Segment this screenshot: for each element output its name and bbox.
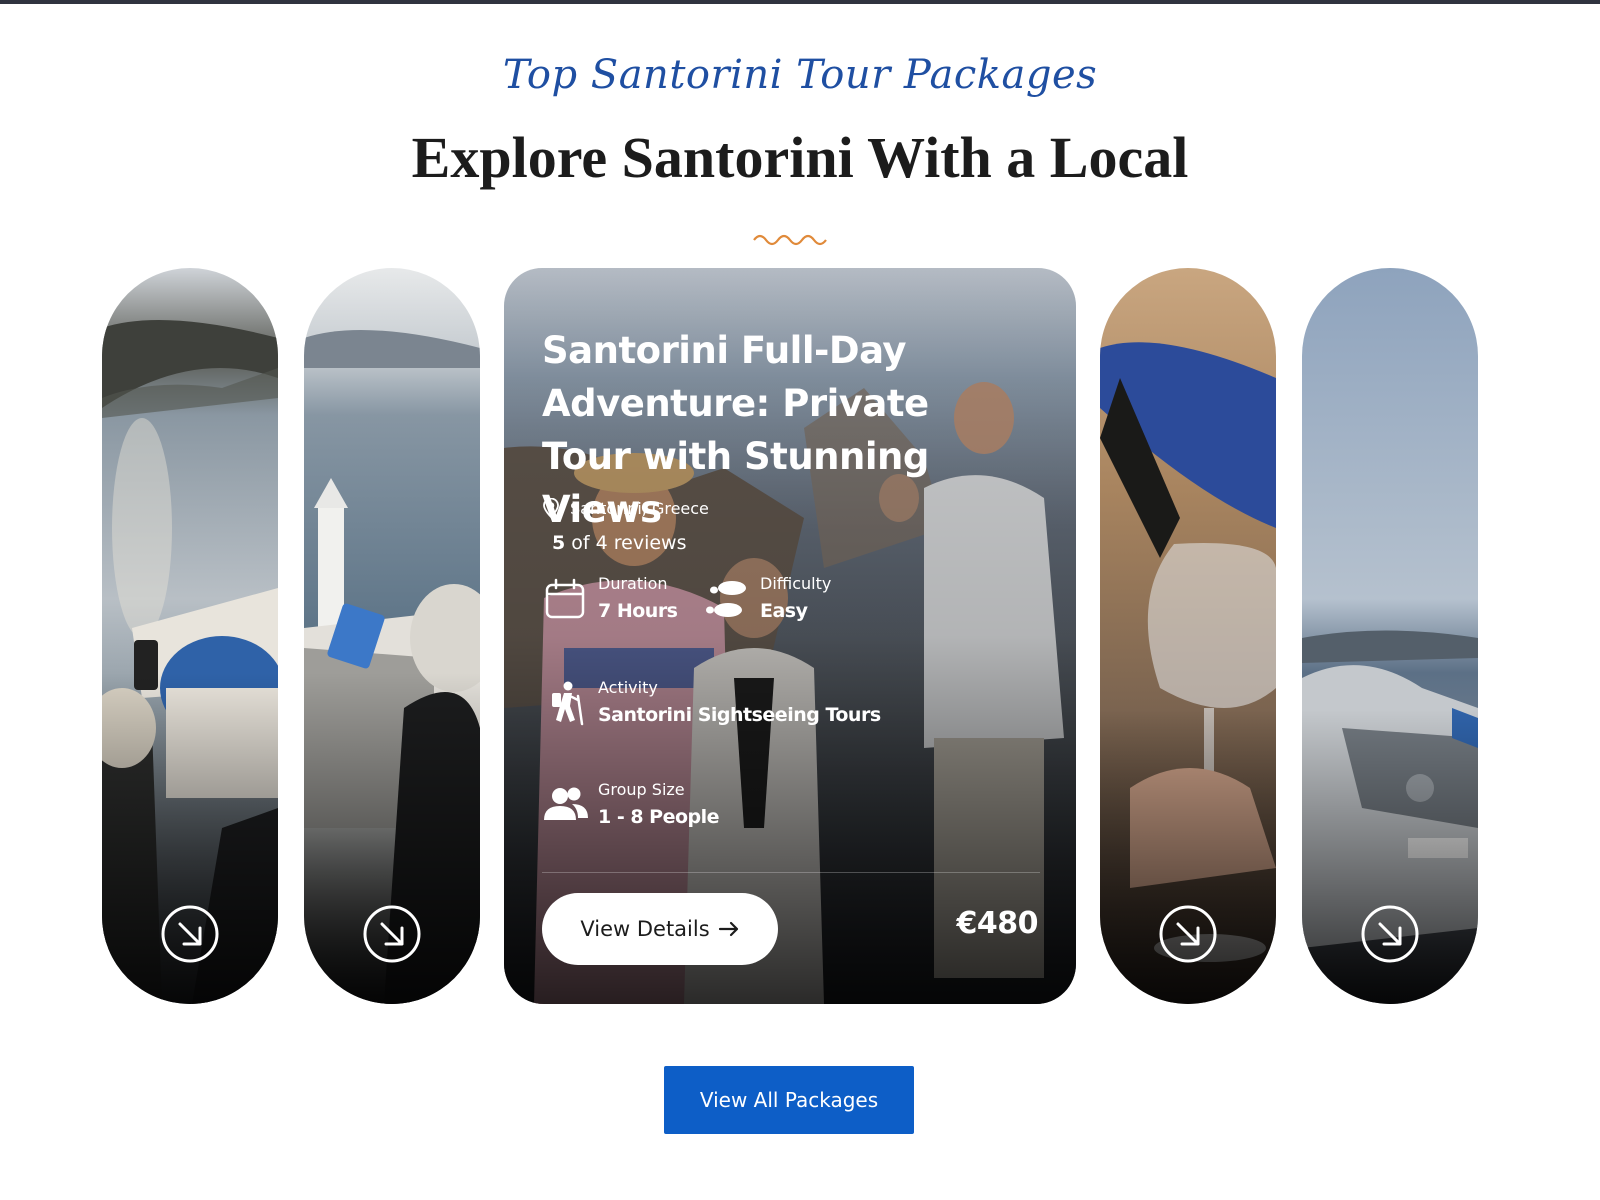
featured-tour-content: Santorini Full-Day Adventure: Private To… (504, 268, 1076, 1004)
feature-difficulty: Difficulty Easy (704, 574, 831, 628)
tour-card-1[interactable] (102, 268, 278, 1004)
map-pin-icon (543, 498, 559, 518)
feature-duration: Duration 7 Hours (542, 574, 678, 628)
calendar-icon (545, 578, 585, 619)
arrow-down-right-circle-icon[interactable] (160, 904, 220, 964)
tour-card-3[interactable] (1100, 268, 1276, 1004)
view-details-button[interactable]: View Details (542, 893, 778, 965)
arrow-down-right-circle-icon[interactable] (362, 904, 422, 964)
footprints-icon (706, 581, 746, 617)
tour-card-2-image (304, 268, 480, 1004)
arrow-down-right-circle-icon[interactable] (1158, 904, 1218, 964)
section-subtitle: Top Santorini Tour Packages (502, 52, 1098, 98)
tour-card-3-image (1100, 268, 1276, 1004)
view-all-packages-button[interactable]: View All Packages (664, 1066, 914, 1134)
tour-card-2[interactable] (304, 268, 480, 1004)
tour-reviews: 5 of 4 reviews (552, 532, 687, 554)
feature-difficulty-value: Easy (760, 600, 808, 622)
feature-duration-value: 7 Hours (598, 600, 678, 622)
people-icon (544, 787, 588, 820)
featured-tour-card[interactable]: Santorini Full-Day Adventure: Private To… (504, 268, 1076, 1004)
feature-group-size-label: Group Size (598, 780, 685, 799)
tour-location-text: Santorini, Greece (570, 498, 709, 518)
squiggle-divider-icon (753, 234, 827, 246)
feature-difficulty-label: Difficulty (760, 574, 832, 593)
feature-duration-label: Duration (598, 574, 668, 593)
card-divider (542, 872, 1040, 873)
feature-activity-label: Activity (598, 678, 658, 697)
top-border-bar (0, 0, 1600, 4)
hiker-icon (552, 681, 584, 726)
tour-rating: 5 (552, 532, 566, 554)
feature-activity: Activity Santorini Sightseeing Tours (542, 678, 881, 732)
arrow-down-right-circle-icon[interactable] (1360, 904, 1420, 964)
feature-group-size: Group Size 1 - 8 People (542, 780, 720, 834)
tour-price: €480 (956, 906, 1039, 941)
tour-location: Santorini, Greece (542, 498, 709, 518)
section-title: Explore Santorini With a Local (411, 125, 1189, 190)
arrow-right-icon (718, 921, 738, 937)
tour-reviews-text: of 4 reviews (571, 532, 687, 554)
feature-group-size-value: 1 - 8 People (598, 806, 720, 828)
tour-card-4-image (1302, 268, 1478, 1004)
tour-card-1-image (102, 268, 278, 1004)
feature-activity-value: Santorini Sightseeing Tours (598, 704, 881, 726)
tour-card-4[interactable] (1302, 268, 1478, 1004)
view-details-label: View Details (580, 917, 710, 941)
